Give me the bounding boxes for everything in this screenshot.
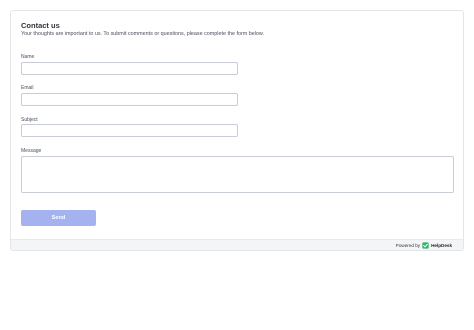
name-label: Name [21, 54, 35, 60]
contact-form-card: Contact us Your thoughts are important t… [10, 10, 464, 251]
email-label: Email [21, 85, 34, 91]
helpdesk-check-icon [422, 242, 429, 249]
form-subtitle: Your thoughts are important to us. To su… [21, 31, 265, 37]
powered-by-link[interactable]: Powered by HelpDesk [396, 242, 452, 249]
send-button[interactable]: Send [21, 210, 96, 226]
form-footer: Powered by HelpDesk [11, 239, 463, 250]
message-field[interactable] [21, 156, 454, 193]
helpdesk-brand: HelpDesk [431, 243, 452, 248]
email-field[interactable] [21, 93, 238, 106]
subject-field[interactable] [21, 124, 238, 137]
powered-by-text: Powered by [395, 243, 421, 248]
name-field[interactable] [21, 62, 238, 75]
form-title: Contact us [21, 21, 60, 30]
subject-label: Subject [21, 117, 38, 123]
message-label: Message [21, 148, 42, 154]
